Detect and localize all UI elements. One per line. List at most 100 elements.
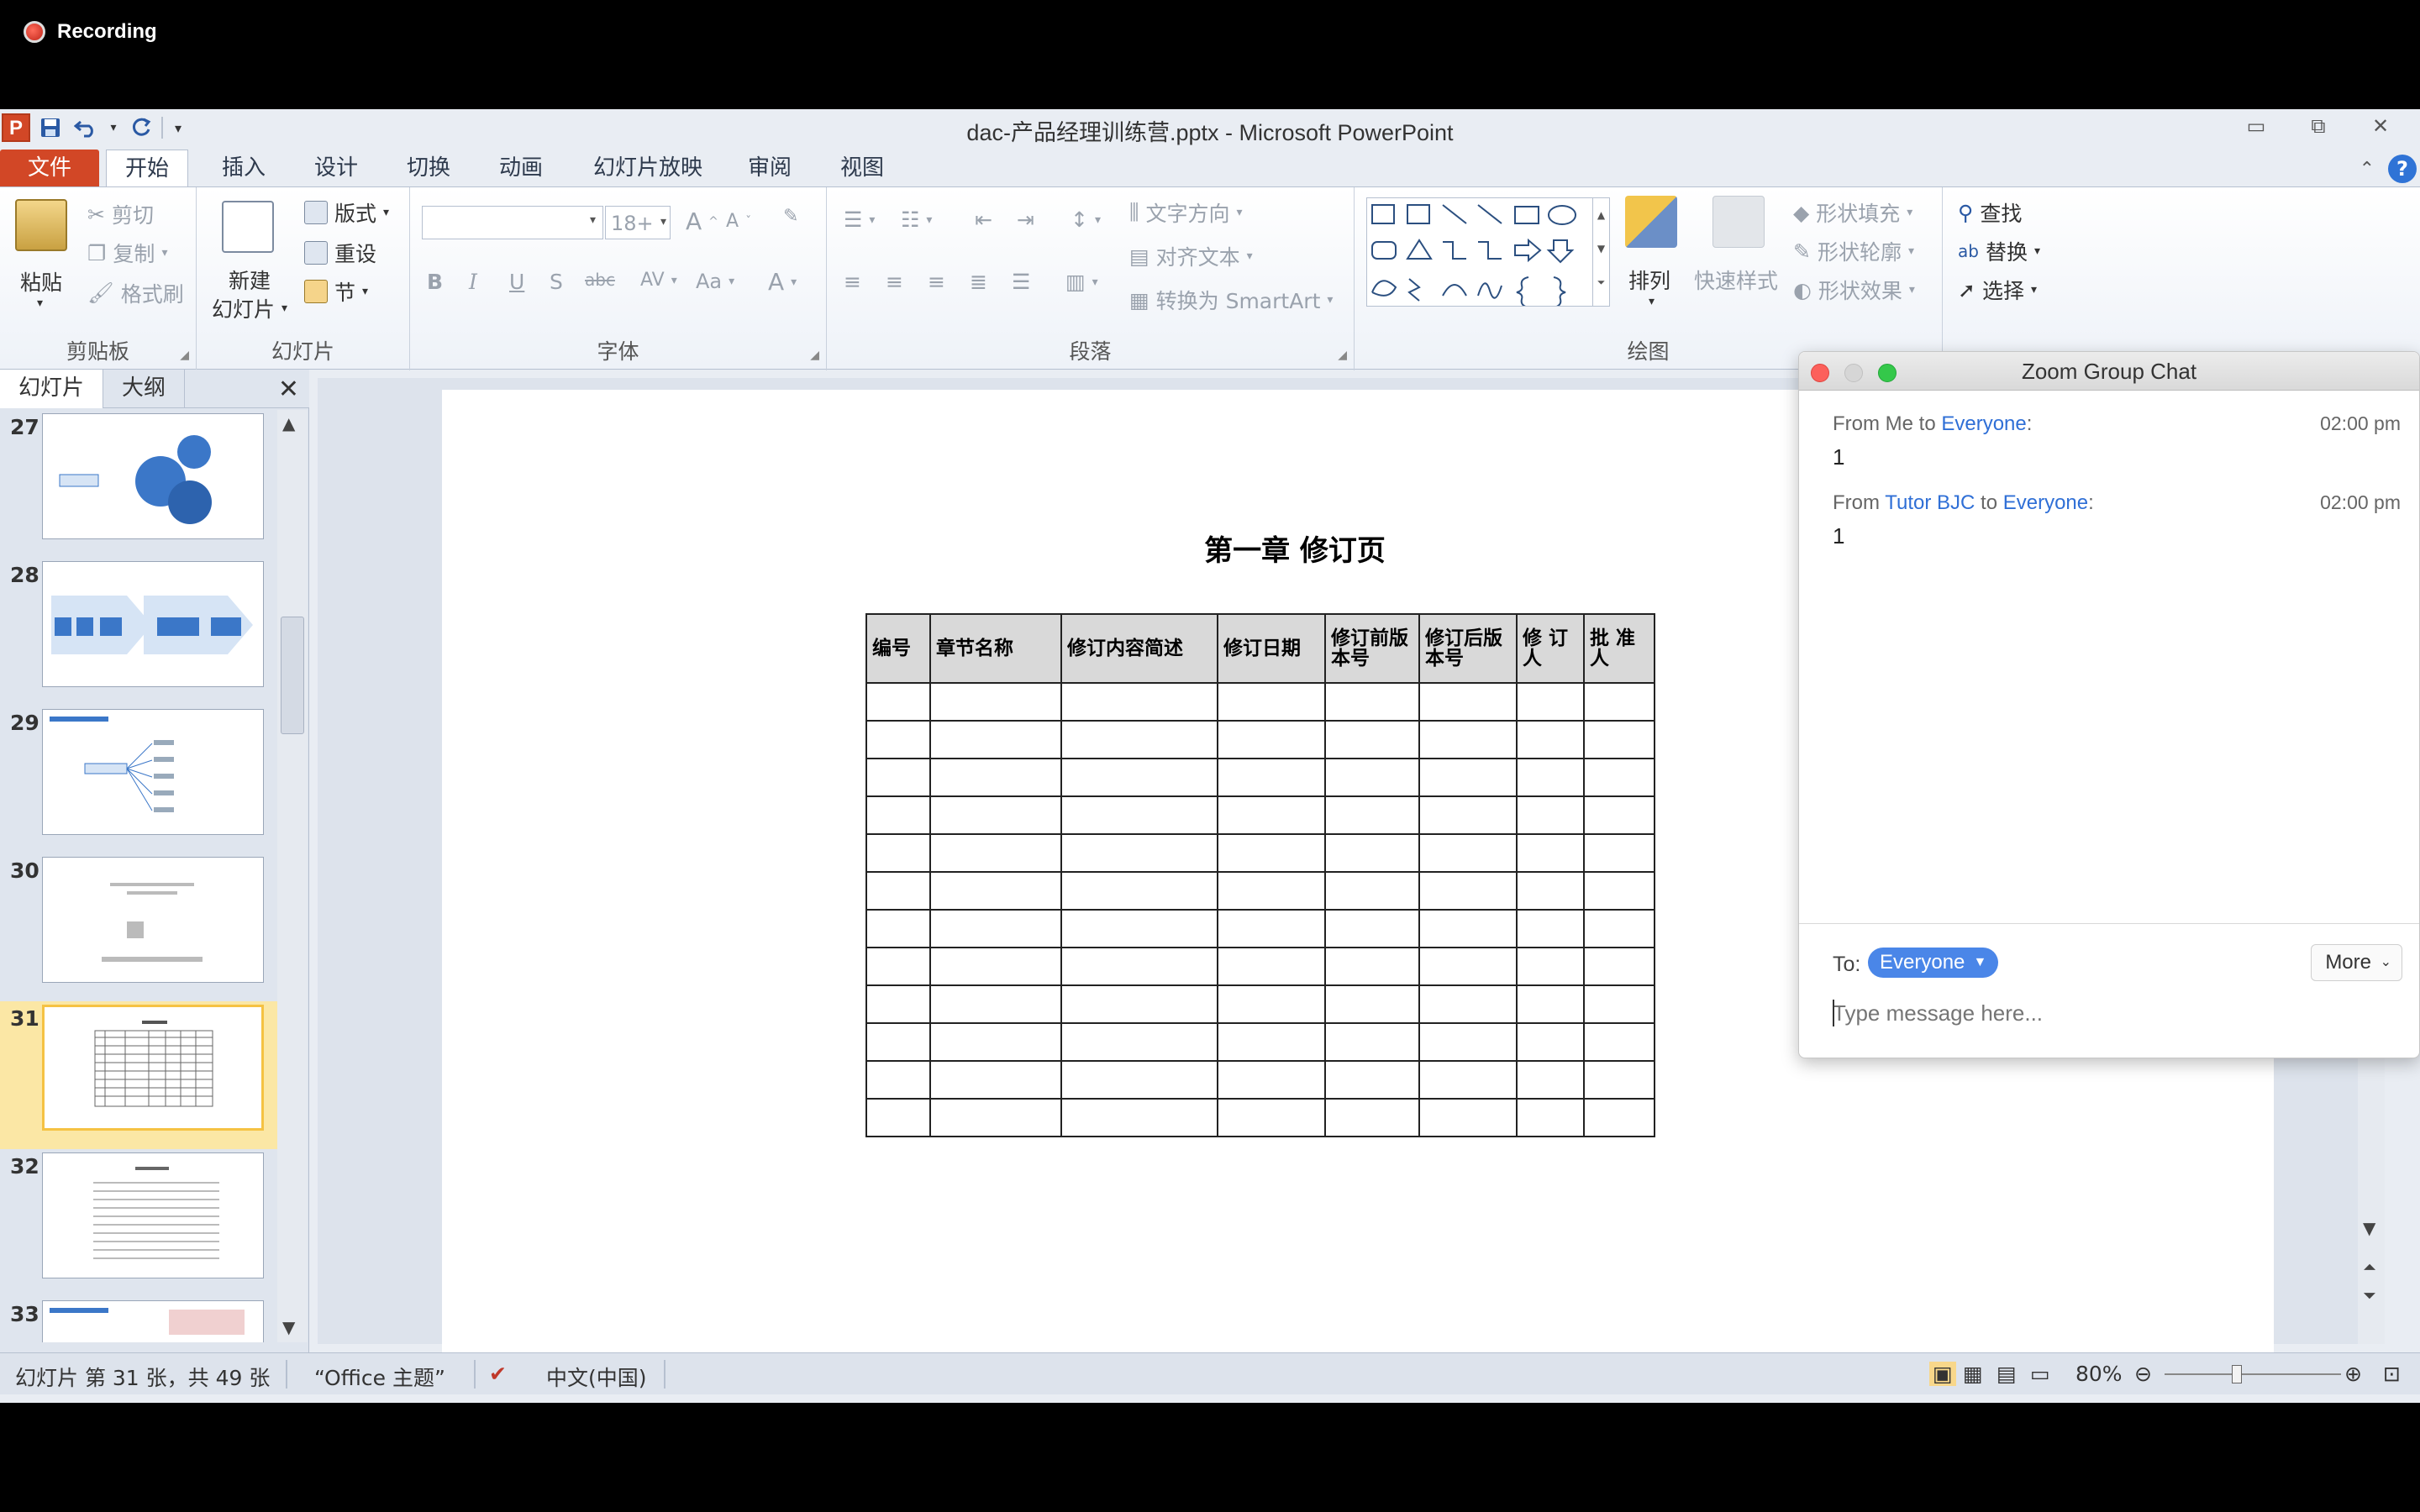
table-cell[interactable] — [865, 720, 931, 759]
table-cell[interactable] — [1516, 1022, 1585, 1062]
restore-icon[interactable]: ⧉ — [2287, 109, 2349, 143]
select-button[interactable]: ➚ 选择 ▾ — [1958, 275, 2037, 305]
message-input[interactable] — [1833, 996, 2387, 1030]
table-cell[interactable] — [1516, 1098, 1585, 1137]
table-cell[interactable] — [929, 682, 1062, 722]
smartart-button[interactable]: ▦ 转换为 SmartArt ▾ — [1129, 285, 1333, 315]
line-spacing-icon[interactable]: ↕ ▾ — [1071, 207, 1101, 232]
table-cell[interactable] — [1516, 795, 1585, 835]
shape-effects-button[interactable]: ◐ 形状效果 ▾ — [1793, 275, 1915, 305]
header-before-version[interactable]: 修订前版本号 — [1324, 613, 1420, 684]
arrange-button[interactable]: 排列 — [1628, 265, 1670, 295]
tab-insert[interactable]: 插入 — [203, 150, 284, 190]
font-color-button[interactable]: A ▾ — [768, 268, 797, 296]
table-cell[interactable] — [1060, 795, 1218, 835]
slide-sorter-icon[interactable]: ▦ — [1963, 1362, 1983, 1386]
table-cell[interactable] — [865, 1022, 931, 1062]
table-cell[interactable] — [1324, 833, 1420, 873]
chat-close-icon[interactable] — [1811, 364, 1829, 382]
change-case-button[interactable]: Aa ▾ — [696, 270, 734, 293]
reset-button[interactable]: 重设 — [304, 238, 376, 268]
table-cell[interactable] — [1516, 833, 1585, 873]
copy-button[interactable]: ❐ 复制 ▾ — [87, 238, 167, 268]
table-cell[interactable] — [1418, 1060, 1518, 1100]
tab-slides[interactable]: 幻灯片 — [0, 370, 104, 408]
zoom-slider[interactable] — [2165, 1365, 2341, 1383]
tab-file[interactable]: 文件 — [0, 150, 99, 190]
section-button[interactable]: 节 ▾ — [304, 276, 368, 307]
table-cell[interactable] — [1516, 871, 1585, 911]
help-icon[interactable]: ? — [2388, 155, 2417, 183]
table-cell[interactable] — [1418, 682, 1518, 722]
scroll-down-small-icon[interactable]: ▼ — [2363, 1218, 2375, 1238]
table-cell[interactable] — [1583, 1060, 1655, 1100]
align-center-icon[interactable]: ≡ — [886, 270, 903, 294]
table-cell[interactable] — [1583, 720, 1655, 759]
slide-thumb-28[interactable]: 28 — [0, 558, 277, 706]
table-cell[interactable] — [1418, 871, 1518, 911]
tab-animations[interactable]: 动画 — [481, 150, 561, 190]
shape-fill-button[interactable]: ◆ 形状填充 ▾ — [1793, 197, 1912, 228]
table-cell[interactable] — [1418, 758, 1518, 797]
next-slide-icon[interactable]: ⏷ — [2363, 1285, 2376, 1305]
slides-scrollbar[interactable]: ▲ ▼ — [277, 410, 308, 1342]
strikethrough-button[interactable]: abc — [585, 270, 615, 290]
shapes-gallery[interactable]: ▲ ▼ ⏷ — [1366, 197, 1610, 308]
table-cell[interactable] — [1583, 947, 1655, 986]
bold-button[interactable]: B — [427, 270, 443, 294]
font-name-dropdown[interactable]: ▾ — [422, 206, 603, 239]
slide-thumb-30[interactable]: 30 — [0, 853, 277, 1001]
header-id[interactable]: 编号 — [865, 613, 931, 684]
table-cell[interactable] — [1217, 909, 1326, 948]
header-reviser[interactable]: 修 订人 — [1516, 613, 1585, 684]
chat-zoom-icon[interactable] — [1878, 364, 1897, 382]
table-cell[interactable] — [1583, 871, 1655, 911]
table-cell[interactable] — [1516, 909, 1585, 948]
table-cell[interactable] — [865, 1060, 931, 1100]
scroll-down-icon[interactable]: ▼ — [282, 1317, 295, 1337]
table-cell[interactable] — [1217, 833, 1326, 873]
table-cell[interactable] — [929, 871, 1062, 911]
table-cell[interactable] — [929, 720, 1062, 759]
table-cell[interactable] — [1324, 947, 1420, 986]
table-cell[interactable] — [1418, 833, 1518, 873]
align-left-icon[interactable]: ≡ — [844, 270, 861, 294]
char-spacing-button[interactable]: AV ▾ — [640, 270, 677, 291]
table-cell[interactable] — [1324, 720, 1420, 759]
message-recipient[interactable]: Everyone — [1941, 412, 2026, 435]
clipboard-launcher-icon[interactable]: ◢ — [180, 349, 189, 362]
table-cell[interactable] — [1324, 758, 1420, 797]
table-cell[interactable] — [865, 795, 931, 835]
decrease-indent-icon[interactable]: ⇤ — [975, 207, 992, 232]
minimize-icon[interactable]: ▭ — [2225, 109, 2287, 143]
replace-button[interactable]: ab 替换 ▾ — [1958, 236, 2040, 266]
fit-window-icon[interactable]: ⊡ — [2383, 1362, 2401, 1386]
paste-icon[interactable] — [15, 199, 67, 251]
underline-button[interactable]: U — [509, 270, 524, 294]
new-slide-icon[interactable] — [222, 201, 274, 253]
quick-styles-icon[interactable] — [1712, 196, 1765, 248]
table-cell[interactable] — [1060, 947, 1218, 986]
theme-name[interactable]: “Office 主题” — [314, 1362, 445, 1392]
table-cell[interactable] — [1516, 720, 1585, 759]
grow-font-icon[interactable]: A ^ — [686, 207, 718, 235]
slide-thumb-29[interactable]: 29 — [0, 706, 277, 853]
zoom-slider-thumb[interactable] — [2232, 1365, 2242, 1383]
message-sender[interactable]: Tutor BJC — [1885, 491, 1975, 514]
table-cell[interactable] — [1217, 947, 1326, 986]
header-chapter[interactable]: 章节名称 — [929, 613, 1062, 684]
shrink-font-icon[interactable]: Aˇ — [726, 211, 751, 232]
table-cell[interactable] — [1060, 1098, 1218, 1137]
table-cell[interactable] — [1060, 682, 1218, 722]
table-cell[interactable] — [929, 1098, 1062, 1137]
table-cell[interactable] — [865, 871, 931, 911]
bullets-icon[interactable]: ☰ ▾ — [844, 207, 875, 232]
arrange-icon[interactable] — [1625, 196, 1677, 248]
table-cell[interactable] — [1217, 720, 1326, 759]
table-cell[interactable] — [1516, 758, 1585, 797]
reading-view-icon[interactable]: ▤ — [1996, 1362, 2017, 1386]
table-cell[interactable] — [1418, 1098, 1518, 1137]
table-cell[interactable] — [1324, 1060, 1420, 1100]
table-cell[interactable] — [1217, 795, 1326, 835]
more-button[interactable]: More ⌄ — [2311, 944, 2402, 981]
